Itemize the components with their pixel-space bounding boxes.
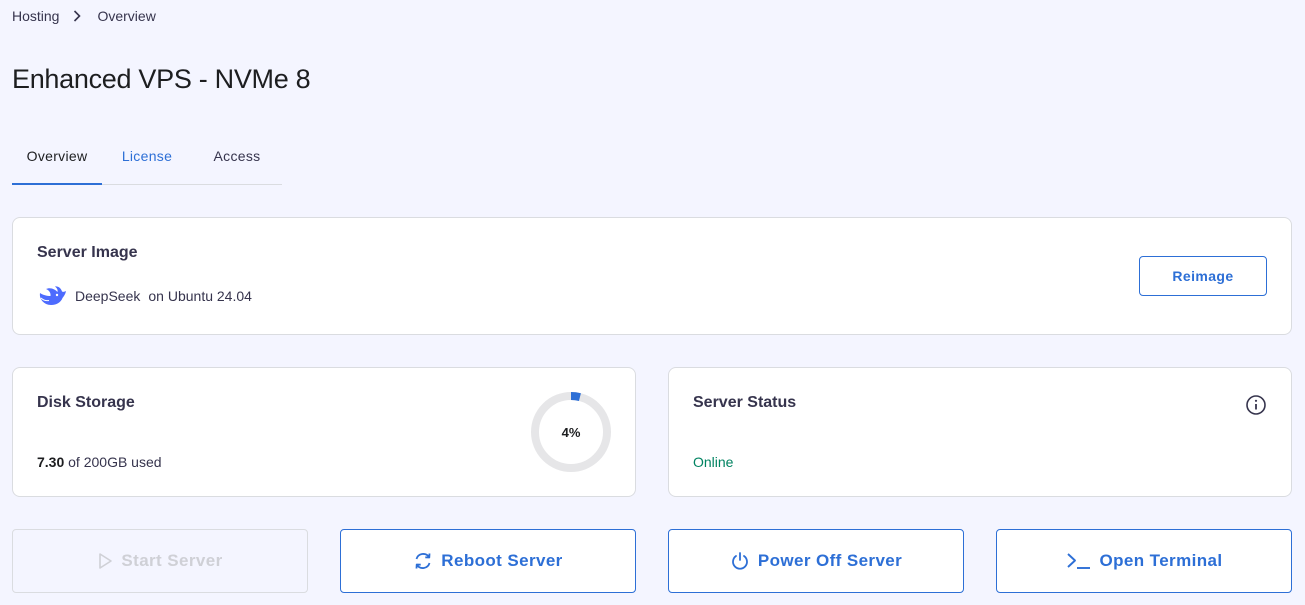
chevron-right-icon <box>73 10 82 22</box>
server-status-card: Server Status Online <box>668 367 1292 497</box>
server-image-app: DeepSeek <box>75 288 141 304</box>
open-terminal-label: Open Terminal <box>1099 551 1223 570</box>
terminal-icon <box>1066 551 1092 571</box>
tab-access[interactable]: Access <box>192 137 282 184</box>
disk-storage-card: Disk Storage 7.30 of 200GB used 4% <box>12 367 636 497</box>
refresh-icon <box>413 551 433 571</box>
power-off-server-label: Power Off Server <box>757 551 903 570</box>
tab-bar: Overview License Access <box>12 137 282 185</box>
start-server-label: Start Server <box>121 551 223 570</box>
breadcrumb: Hosting Overview <box>12 8 156 24</box>
disk-usage-text: 7.30 of 200GB used <box>37 454 162 470</box>
server-image-os: on Ubuntu 24.04 <box>148 288 252 304</box>
info-icon[interactable] <box>1245 394 1267 416</box>
page-title: Enhanced VPS - NVMe 8 <box>12 64 311 94</box>
power-off-server-button[interactable]: Power Off Server <box>668 529 964 593</box>
breadcrumb-hosting[interactable]: Hosting <box>12 8 59 24</box>
disk-storage-title: Disk Storage <box>37 394 135 411</box>
server-image-title: Server Image <box>37 244 138 261</box>
start-server-button[interactable]: Start Server <box>12 529 308 593</box>
reimage-button[interactable]: Reimage <box>1139 256 1267 296</box>
reboot-server-button[interactable]: Reboot Server <box>340 529 636 593</box>
disk-usage-percent: 4% <box>561 424 581 440</box>
power-icon <box>730 551 750 571</box>
deepseek-whale-icon <box>37 284 67 308</box>
server-status-title: Server Status <box>693 394 797 411</box>
disk-used-suffix: of 200GB used <box>68 454 162 470</box>
reboot-server-label: Reboot Server <box>441 551 563 570</box>
disk-used-value: 7.30 <box>37 454 65 470</box>
server-status-value: Online <box>693 454 734 470</box>
tab-overview[interactable]: Overview <box>12 137 102 185</box>
server-image-info: DeepSeek on Ubuntu 24.04 <box>37 284 252 308</box>
play-icon <box>97 552 113 570</box>
breadcrumb-overview: Overview <box>97 8 156 24</box>
server-image-card: Server Image DeepSeek on Ubuntu 24.04 Re… <box>12 217 1292 335</box>
tab-license[interactable]: License <box>102 137 192 184</box>
open-terminal-button[interactable]: Open Terminal <box>996 529 1292 593</box>
